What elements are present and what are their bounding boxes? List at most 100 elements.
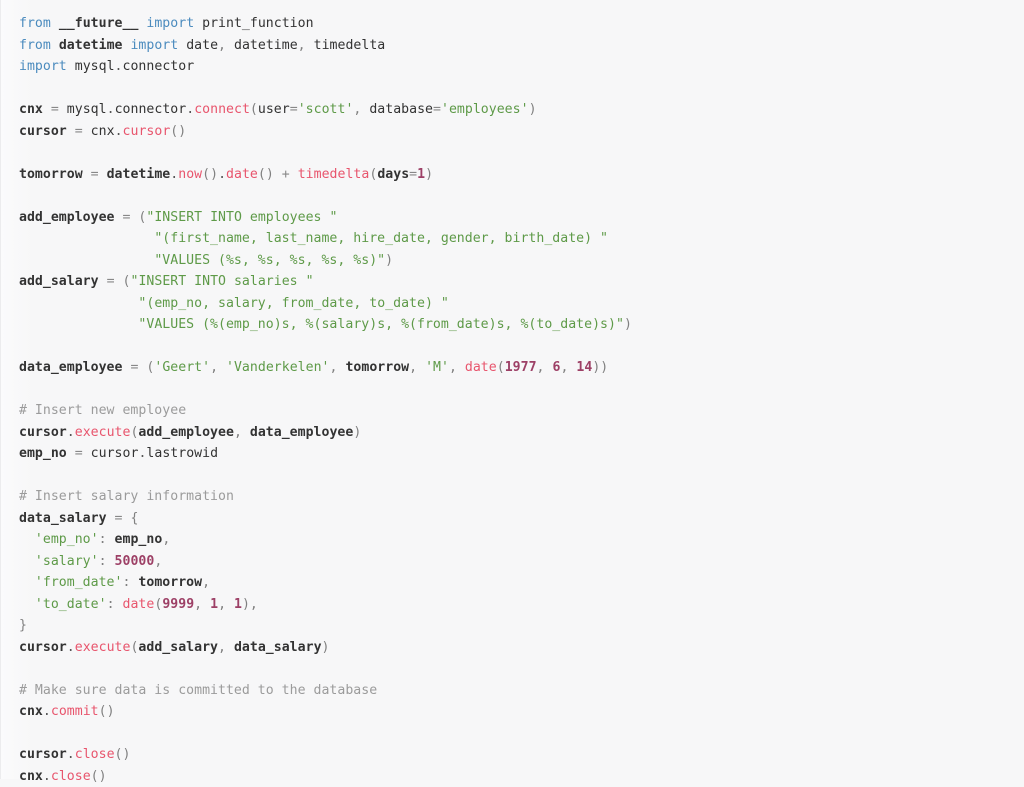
token-op: = [409,167,417,182]
token-str: 'emp_no' [35,532,99,547]
token-name: days [377,167,409,182]
code-line: data_employee = ('Geert', 'Vanderkelen',… [19,357,1024,379]
token-num: 1 [234,597,242,612]
token-plain [242,425,250,440]
token-punc: , [218,597,226,612]
token-name: data_salary [19,511,107,526]
token-name: datetime [59,38,123,53]
code-line: 'salary': 50000, [19,551,1024,573]
code-line: from datetime import date, datetime, tim… [19,35,1024,57]
token-punc: : [99,532,107,547]
token-plain [19,597,35,612]
token-fn: connect [194,102,250,117]
token-plain: connector [115,102,187,117]
token-fn: date [123,597,155,612]
token-op: = [51,102,59,117]
code-lines-container: from __future__ import print_functionfro… [19,13,1024,787]
token-punc: ), [242,597,258,612]
token-kw: from [19,16,51,31]
token-name: __future__ [59,16,139,31]
token-plain [218,360,226,375]
token-kw: import [19,59,67,74]
token-name: cnx [19,769,43,784]
token-plain: date [186,38,218,53]
token-punc: ) [529,102,537,117]
token-punc: , [202,575,210,590]
code-line: add_salary = ("INSERT INTO salaries " [19,271,1024,293]
token-op: = [91,167,99,182]
token-plain [194,16,202,31]
token-name: emp_no [115,532,163,547]
token-plain [83,446,91,461]
token-kw: from [19,38,51,53]
token-punc: ) [353,425,361,440]
token-plain [107,511,115,526]
token-punc: () [99,704,115,719]
token-punc: , [537,360,545,375]
token-punc: ( [250,102,258,117]
token-num: 1 [210,597,218,612]
token-plain [19,317,138,332]
token-plain [107,532,115,547]
code-line [19,379,1024,401]
code-line: } [19,615,1024,637]
code-line [19,78,1024,100]
token-punc: : [99,554,107,569]
token-plain: lastrowid [146,446,218,461]
token-punc: , [194,597,202,612]
token-dot: . [218,167,226,182]
code-line [19,723,1024,745]
token-num: 1 [417,167,425,182]
token-name: tomorrow [345,360,409,375]
token-dot: . [107,102,115,117]
token-fn: close [75,747,115,762]
token-plain: timedelta [314,38,386,53]
token-fn: cursor [123,124,171,139]
token-plain [83,124,91,139]
token-num: 14 [576,360,592,375]
token-dot: . [43,769,51,784]
token-plain: cursor [91,446,139,461]
token-plain [67,124,75,139]
token-plain: mysql [75,59,115,74]
code-line: emp_no = cursor.lastrowid [19,443,1024,465]
code-line: tomorrow = datetime.now().date() + timed… [19,164,1024,186]
token-plain: user [258,102,290,117]
token-plain [202,597,210,612]
token-com: # Make sure data is committed to the dat… [19,683,377,698]
token-punc: ( [497,360,505,375]
token-name: data_employee [19,360,122,375]
token-fn: execute [75,425,131,440]
token-punc: , [154,554,162,569]
code-line: data_salary = { [19,508,1024,530]
token-str: 'employees' [441,102,529,117]
token-plain [290,167,298,182]
token-plain [43,102,51,117]
code-line: import mysql.connector [19,56,1024,78]
token-name: data_employee [250,425,353,440]
token-name: tomorrow [19,167,83,182]
token-plain [59,102,67,117]
token-num: 9999 [162,597,194,612]
token-op: = [75,446,83,461]
token-punc: () [202,167,218,182]
token-name: cursor [19,124,67,139]
token-plain [274,167,282,182]
code-line: 'emp_no': emp_no, [19,529,1024,551]
code-line: "VALUES (%(emp_no)s, %(salary)s, %(from_… [19,314,1024,336]
code-line: cursor.execute(add_employee, data_employ… [19,422,1024,444]
token-kw: import [130,38,178,53]
token-name: cnx [19,704,43,719]
token-plain [67,446,75,461]
code-line: cnx.commit() [19,701,1024,723]
token-plain [19,532,35,547]
token-plain [178,38,186,53]
token-plain [457,360,465,375]
code-line [19,336,1024,358]
token-punc: , [409,360,417,375]
code-block[interactable]: from __future__ import print_functionfro… [0,0,1024,779]
token-op: = [433,102,441,117]
token-num: 50000 [115,554,155,569]
code-line: 'from_date': tomorrow, [19,572,1024,594]
token-plain [19,575,35,590]
